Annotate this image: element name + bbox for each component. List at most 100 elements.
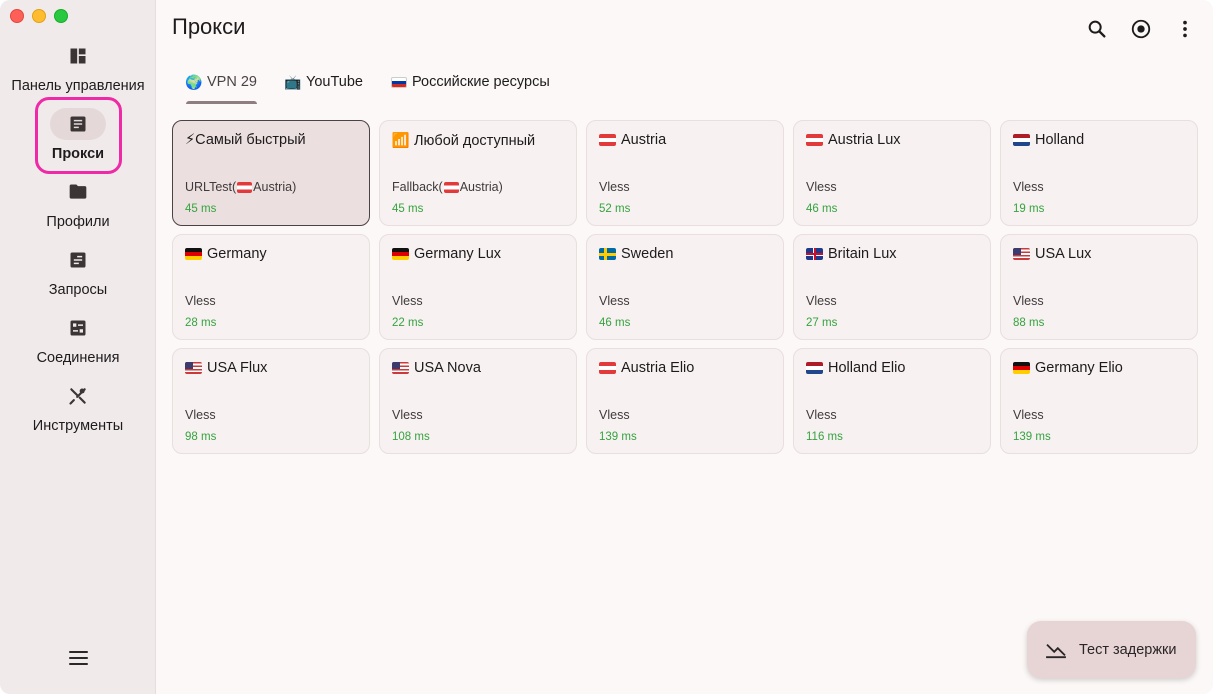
- requests-icon: [70, 252, 86, 268]
- globe-icon: 🌍: [185, 73, 203, 90]
- tab-label: YouTube: [305, 74, 363, 90]
- proxy-delay: 139 ms: [599, 431, 637, 443]
- search-button[interactable]: [1085, 17, 1109, 41]
- us-flag-icon: [1013, 248, 1030, 260]
- proxy-card[interactable]: USA Lux Vless 88 ms: [1000, 234, 1198, 340]
- gb-flag-icon: [806, 248, 823, 260]
- proxy-card[interactable]: Holland Elio Vless 116 ms: [793, 348, 991, 454]
- proxy-type-suffix: Austria): [253, 180, 297, 194]
- tv-icon: 📺: [284, 73, 302, 90]
- proxy-card[interactable]: USA Flux Vless 98 ms: [172, 348, 370, 454]
- proxy-card[interactable]: Austria Vless 52 ms: [586, 120, 784, 226]
- de-flag-icon: [185, 248, 202, 260]
- proxy-type: Vless: [185, 294, 216, 308]
- proxy-title: Germany Lux: [392, 246, 564, 262]
- sidebar-item-connections[interactable]: Соединения: [0, 312, 156, 366]
- close-window-button[interactable]: [10, 9, 24, 23]
- proxy-delay: 139 ms: [1013, 431, 1051, 443]
- page-title: Прокси: [172, 14, 246, 39]
- proxy-type: Vless: [599, 408, 630, 422]
- tab-russian-resources[interactable]: Российские ресурсы: [377, 60, 564, 104]
- nav-icon-wrap: [50, 244, 106, 276]
- proxy-type-prefix: Fallback(: [392, 180, 443, 194]
- proxy-delay: 22 ms: [392, 317, 424, 329]
- proxy-delay: 28 ms: [185, 317, 217, 329]
- proxy-card[interactable]: Sweden Vless 46 ms: [586, 234, 784, 340]
- proxy-title: Britain Lux: [806, 246, 978, 262]
- proxy-type: Vless: [599, 180, 630, 194]
- proxy-card[interactable]: Britain Lux Vless 27 ms: [793, 234, 991, 340]
- proxy-card[interactable]: ⚡Самый быстрый URLTest(Austria) 45 ms: [172, 120, 370, 226]
- proxy-card[interactable]: Holland Vless 19 ms: [1000, 120, 1198, 226]
- locate-button[interactable]: [1129, 17, 1153, 41]
- target-icon: [1131, 19, 1151, 39]
- zoom-window-button[interactable]: [54, 9, 68, 23]
- proxy-card[interactable]: Austria Lux Vless 46 ms: [793, 120, 991, 226]
- sidebar-item-label: Профили: [46, 214, 110, 230]
- more-button[interactable]: [1173, 17, 1197, 41]
- proxy-name: USA Lux: [1035, 246, 1092, 262]
- proxy-name: USA Flux: [207, 360, 268, 376]
- proxy-type: Vless: [806, 180, 837, 194]
- at-flag-icon: [806, 134, 823, 146]
- proxy-title: Austria: [599, 132, 771, 148]
- proxy-type: Vless: [392, 294, 423, 308]
- proxy-name: Germany Lux: [414, 246, 502, 262]
- hamburger-menu-icon[interactable]: [66, 648, 90, 668]
- proxy-type-prefix: URLTest(: [185, 180, 237, 194]
- nav-icon-wrap: [50, 40, 106, 72]
- at-flag-icon: [237, 181, 253, 193]
- signal-icon: 📶: [391, 133, 410, 149]
- us-flag-icon: [185, 362, 202, 374]
- proxy-title: USA Lux: [1013, 246, 1185, 262]
- speed-test-icon: [1046, 643, 1066, 658]
- proxy-title: Austria Lux: [806, 132, 978, 148]
- proxy-name: Britain Lux: [828, 246, 897, 262]
- proxy-delay: 116 ms: [806, 431, 843, 443]
- proxy-name: Любой доступный: [414, 132, 536, 149]
- sidebar: Панель управления Прокси Профили Запросы…: [0, 0, 156, 694]
- more-vert-icon: [1183, 20, 1187, 38]
- proxy-card[interactable]: USA Nova Vless 108 ms: [379, 348, 577, 454]
- sidebar-item-requests[interactable]: Запросы: [0, 244, 156, 298]
- connections-icon: [70, 320, 86, 336]
- minimize-window-button[interactable]: [32, 9, 46, 23]
- sidebar-item-tools[interactable]: Инструменты: [0, 380, 156, 434]
- nav-icon-wrap: [50, 312, 106, 344]
- proxy-type: Vless: [1013, 408, 1044, 422]
- proxy-card[interactable]: 📶 Любой доступный Fallback(Austria) 45 ms: [379, 120, 577, 226]
- nav-icon-wrap: [50, 380, 106, 412]
- proxy-title: ⚡Самый быстрый: [185, 132, 357, 148]
- tab-vpn29[interactable]: 🌍 VPN 29: [172, 60, 271, 104]
- proxy-delay: 27 ms: [806, 317, 838, 329]
- proxy-delay: 19 ms: [1013, 203, 1045, 215]
- delay-test-button[interactable]: Тест задержки: [1027, 621, 1196, 678]
- proxy-type: Vless: [806, 408, 837, 422]
- proxy-card[interactable]: Germany Lux Vless 22 ms: [379, 234, 577, 340]
- search-icon: [1088, 20, 1106, 38]
- proxy-title: Sweden: [599, 246, 771, 262]
- proxy-type: Vless: [185, 408, 216, 422]
- sidebar-item-dashboard[interactable]: Панель управления: [0, 40, 156, 94]
- proxy-card[interactable]: Germany Elio Vless 139 ms: [1000, 348, 1198, 454]
- sidebar-item-profiles[interactable]: Профили: [0, 176, 156, 230]
- proxy-name: Austria Lux: [828, 132, 901, 148]
- proxy-title: Germany Elio: [1013, 360, 1185, 376]
- us-flag-icon: [392, 362, 409, 374]
- proxy-card[interactable]: Germany Vless 28 ms: [172, 234, 370, 340]
- proxy-card[interactable]: Austria Elio Vless 139 ms: [586, 348, 784, 454]
- folder-icon: [69, 184, 87, 199]
- proxy-title: USA Flux: [185, 360, 357, 376]
- proxy-title: 📶 Любой доступный: [391, 132, 564, 150]
- proxy-title: Germany: [185, 246, 357, 262]
- proxy-name: ⚡Самый быстрый: [185, 132, 306, 148]
- russia-flag-icon: [390, 76, 407, 88]
- sidebar-item-label: Инструменты: [32, 418, 124, 434]
- tab-youtube[interactable]: 📺 YouTube: [271, 60, 377, 104]
- proxy-title: USA Nova: [392, 360, 564, 376]
- proxy-delay: 46 ms: [599, 317, 631, 329]
- dashboard-icon: [70, 48, 86, 64]
- proxy-type: Vless: [1013, 294, 1044, 308]
- highlight-annotation: [35, 97, 122, 174]
- proxy-delay: 108 ms: [392, 431, 430, 443]
